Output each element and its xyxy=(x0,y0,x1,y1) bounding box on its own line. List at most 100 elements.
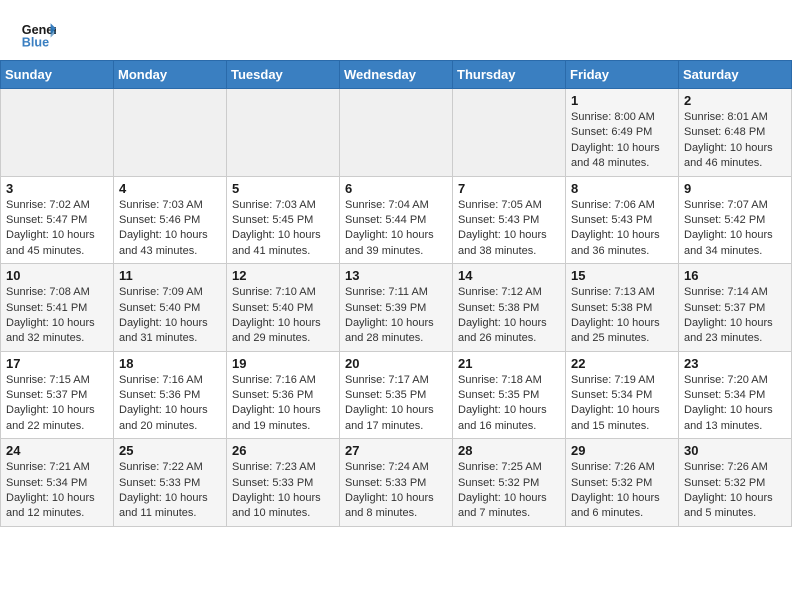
weekday-header-thursday: Thursday xyxy=(453,61,566,89)
calendar-cell: 21 Sunrise: 7:18 AM Sunset: 5:35 PM Dayli… xyxy=(453,351,566,439)
calendar-cell: 27 Sunrise: 7:24 AM Sunset: 5:33 PM Dayli… xyxy=(340,439,453,527)
day-detail: Sunrise: 7:02 AM Sunset: 5:47 PM Dayligh… xyxy=(6,198,108,260)
day-detail: Sunrise: 7:12 AM Sunset: 5:38 PM Dayligh… xyxy=(458,285,560,347)
svg-text:Blue: Blue xyxy=(22,36,49,50)
calendar-cell: 5 Sunrise: 7:03 AM Sunset: 5:45 PM Daylig… xyxy=(227,176,340,264)
calendar-week-5: 24 Sunrise: 7:21 AM Sunset: 5:34 PM Dayli… xyxy=(1,439,792,527)
calendar-cell: 30 Sunrise: 7:26 AM Sunset: 5:32 PM Dayli… xyxy=(679,439,792,527)
calendar-cell: 14Sunrise: 7:12 AM Sunset: 5:38 PM Dayli… xyxy=(453,264,566,352)
calendar-week-2: 3 Sunrise: 7:02 AM Sunset: 5:47 PM Daylig… xyxy=(1,176,792,264)
day-detail: Sunrise: 7:26 AM Sunset: 5:32 PM Dayligh… xyxy=(571,460,673,522)
page-header: General Blue xyxy=(0,0,792,60)
day-number: 20 xyxy=(345,356,447,371)
day-detail: Sunrise: 7:04 AM Sunset: 5:44 PM Dayligh… xyxy=(345,198,447,260)
calendar-cell: 19 Sunrise: 7:16 AM Sunset: 5:36 PM Dayli… xyxy=(227,351,340,439)
calendar-week-1: 1Sunrise: 8:00 AM Sunset: 6:49 PM Daylig… xyxy=(1,89,792,177)
day-number: 12 xyxy=(232,268,334,283)
day-number: 25 xyxy=(119,443,221,458)
calendar-cell: 7Sunrise: 7:05 AM Sunset: 5:43 PM Daylig… xyxy=(453,176,566,264)
day-detail: Sunrise: 7:08 AM Sunset: 5:41 PM Dayligh… xyxy=(6,285,108,347)
calendar-cell xyxy=(340,89,453,177)
day-detail: Sunrise: 7:15 AM Sunset: 5:37 PM Dayligh… xyxy=(6,373,108,435)
day-number: 24 xyxy=(6,443,108,458)
day-detail: Sunrise: 7:03 AM Sunset: 5:46 PM Dayligh… xyxy=(119,198,221,260)
day-detail: Sunrise: 7:13 AM Sunset: 5:38 PM Dayligh… xyxy=(571,285,673,347)
day-number: 2 xyxy=(684,93,786,108)
day-number: 13 xyxy=(345,268,447,283)
calendar-cell: 9Sunrise: 7:07 AM Sunset: 5:42 PM Daylig… xyxy=(679,176,792,264)
day-detail: Sunrise: 7:22 AM Sunset: 5:33 PM Dayligh… xyxy=(119,460,221,522)
calendar-week-3: 10 Sunrise: 7:08 AM Sunset: 5:41 PM Dayli… xyxy=(1,264,792,352)
day-number: 6 xyxy=(345,181,447,196)
day-number: 16 xyxy=(684,268,786,283)
calendar-week-4: 17 Sunrise: 7:15 AM Sunset: 5:37 PM Dayli… xyxy=(1,351,792,439)
calendar-cell: 1Sunrise: 8:00 AM Sunset: 6:49 PM Daylig… xyxy=(566,89,679,177)
day-detail: Sunrise: 7:25 AM Sunset: 5:32 PM Dayligh… xyxy=(458,460,560,522)
calendar-cell: 18 Sunrise: 7:16 AM Sunset: 5:36 PM Dayli… xyxy=(114,351,227,439)
calendar-cell: 26 Sunrise: 7:23 AM Sunset: 5:33 PM Dayli… xyxy=(227,439,340,527)
calendar-cell: 24 Sunrise: 7:21 AM Sunset: 5:34 PM Dayli… xyxy=(1,439,114,527)
calendar-cell: 13 Sunrise: 7:11 AM Sunset: 5:39 PM Dayli… xyxy=(340,264,453,352)
day-detail: Sunrise: 7:18 AM Sunset: 5:35 PM Dayligh… xyxy=(458,373,560,435)
day-detail: Sunrise: 7:14 AM Sunset: 5:37 PM Dayligh… xyxy=(684,285,786,347)
calendar-cell: 16 Sunrise: 7:14 AM Sunset: 5:37 PM Dayli… xyxy=(679,264,792,352)
calendar-cell: 2 Sunrise: 8:01 AM Sunset: 6:48 PM Daylig… xyxy=(679,89,792,177)
day-number: 5 xyxy=(232,181,334,196)
day-number: 30 xyxy=(684,443,786,458)
day-number: 15 xyxy=(571,268,673,283)
calendar-cell xyxy=(227,89,340,177)
calendar-cell xyxy=(114,89,227,177)
calendar-cell: 17 Sunrise: 7:15 AM Sunset: 5:37 PM Dayli… xyxy=(1,351,114,439)
day-number: 27 xyxy=(345,443,447,458)
calendar-cell: 8 Sunrise: 7:06 AM Sunset: 5:43 PM Daylig… xyxy=(566,176,679,264)
calendar-cell: 28 Sunrise: 7:25 AM Sunset: 5:32 PM Dayli… xyxy=(453,439,566,527)
day-number: 29 xyxy=(571,443,673,458)
calendar-cell xyxy=(453,89,566,177)
day-detail: Sunrise: 7:23 AM Sunset: 5:33 PM Dayligh… xyxy=(232,460,334,522)
day-number: 19 xyxy=(232,356,334,371)
day-number: 7 xyxy=(458,181,560,196)
day-number: 11 xyxy=(119,268,221,283)
day-detail: Sunrise: 7:07 AM Sunset: 5:42 PM Dayligh… xyxy=(684,198,786,260)
day-number: 1 xyxy=(571,93,673,108)
weekday-header-sunday: Sunday xyxy=(1,61,114,89)
logo: General Blue xyxy=(20,16,56,52)
weekday-header-saturday: Saturday xyxy=(679,61,792,89)
day-detail: Sunrise: 7:16 AM Sunset: 5:36 PM Dayligh… xyxy=(232,373,334,435)
day-number: 17 xyxy=(6,356,108,371)
day-detail: Sunrise: 7:06 AM Sunset: 5:43 PM Dayligh… xyxy=(571,198,673,260)
calendar-cell: 15 Sunrise: 7:13 AM Sunset: 5:38 PM Dayli… xyxy=(566,264,679,352)
calendar-cell: 3 Sunrise: 7:02 AM Sunset: 5:47 PM Daylig… xyxy=(1,176,114,264)
day-detail: Sunrise: 7:16 AM Sunset: 5:36 PM Dayligh… xyxy=(119,373,221,435)
day-detail: Sunrise: 7:24 AM Sunset: 5:33 PM Dayligh… xyxy=(345,460,447,522)
calendar-cell: 25 Sunrise: 7:22 AM Sunset: 5:33 PM Dayli… xyxy=(114,439,227,527)
day-number: 26 xyxy=(232,443,334,458)
day-detail: Sunrise: 8:01 AM Sunset: 6:48 PM Dayligh… xyxy=(684,110,786,172)
day-number: 18 xyxy=(119,356,221,371)
day-detail: Sunrise: 7:26 AM Sunset: 5:32 PM Dayligh… xyxy=(684,460,786,522)
day-detail: Sunrise: 7:21 AM Sunset: 5:34 PM Dayligh… xyxy=(6,460,108,522)
day-detail: Sunrise: 7:03 AM Sunset: 5:45 PM Dayligh… xyxy=(232,198,334,260)
calendar-cell: 22Sunrise: 7:19 AM Sunset: 5:34 PM Dayli… xyxy=(566,351,679,439)
day-number: 21 xyxy=(458,356,560,371)
calendar-cell: 29 Sunrise: 7:26 AM Sunset: 5:32 PM Dayli… xyxy=(566,439,679,527)
calendar-cell: 12 Sunrise: 7:10 AM Sunset: 5:40 PM Dayli… xyxy=(227,264,340,352)
day-number: 8 xyxy=(571,181,673,196)
calendar-cell: 6 Sunrise: 7:04 AM Sunset: 5:44 PM Daylig… xyxy=(340,176,453,264)
day-detail: Sunrise: 7:17 AM Sunset: 5:35 PM Dayligh… xyxy=(345,373,447,435)
weekday-header-monday: Monday xyxy=(114,61,227,89)
logo-icon: General Blue xyxy=(20,16,56,52)
day-number: 3 xyxy=(6,181,108,196)
day-number: 22 xyxy=(571,356,673,371)
day-detail: Sunrise: 7:11 AM Sunset: 5:39 PM Dayligh… xyxy=(345,285,447,347)
weekday-header-friday: Friday xyxy=(566,61,679,89)
calendar-table: SundayMondayTuesdayWednesdayThursdayFrid… xyxy=(0,60,792,527)
calendar-header-row: SundayMondayTuesdayWednesdayThursdayFrid… xyxy=(1,61,792,89)
day-number: 10 xyxy=(6,268,108,283)
calendar-cell: 23Sunrise: 7:20 AM Sunset: 5:34 PM Dayli… xyxy=(679,351,792,439)
day-detail: Sunrise: 7:10 AM Sunset: 5:40 PM Dayligh… xyxy=(232,285,334,347)
day-number: 28 xyxy=(458,443,560,458)
calendar-cell: 20 Sunrise: 7:17 AM Sunset: 5:35 PM Dayli… xyxy=(340,351,453,439)
day-detail: Sunrise: 7:20 AM Sunset: 5:34 PM Dayligh… xyxy=(684,373,786,435)
day-detail: Sunrise: 7:09 AM Sunset: 5:40 PM Dayligh… xyxy=(119,285,221,347)
